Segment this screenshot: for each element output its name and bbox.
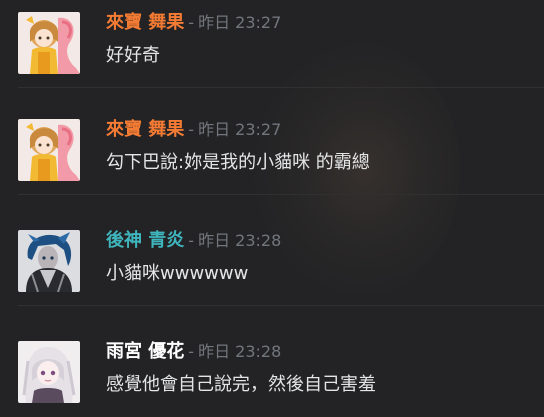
message-header: 來寶 舞果 - 昨日 23:27 [106, 117, 281, 143]
message-divider [18, 87, 544, 88]
anime-girl-flamingo-avatar[interactable] [18, 12, 80, 74]
message-divider [18, 194, 544, 195]
timestamp: 昨日 23:27 [198, 13, 282, 32]
author-name[interactable]: 來寶 舞果 [106, 12, 184, 33]
message-header: 後神 青炎 - 昨日 23:28 [106, 228, 281, 254]
timestamp: 昨日 23:28 [198, 342, 282, 361]
message-header: 雨宮 優花 - 昨日 23:28 [106, 339, 281, 365]
message-header: 來寶 舞果 - 昨日 23:27 [106, 10, 281, 36]
anime-boy-blue-hair-avatar[interactable] [18, 230, 80, 292]
message-text: 勾下巴說:妳是我的小貓咪 的霸總 [106, 152, 370, 173]
header-separator: - [188, 342, 195, 361]
timestamp: 昨日 23:28 [198, 231, 282, 250]
anime-girl-flamingo-avatar[interactable] [18, 119, 80, 181]
chat-message[interactable]: 雨宮 優花 - 昨日 23:28 感覺他會自己說完，然後自己害羞 [0, 329, 544, 417]
chat-message[interactable]: 來寶 舞果 - 昨日 23:27 勾下巴說:妳是我的小貓咪 的霸總 [0, 107, 544, 195]
message-divider [18, 305, 544, 306]
anime-girl-white-hair-avatar[interactable] [18, 341, 80, 403]
author-name[interactable]: 來寶 舞果 [106, 119, 184, 140]
header-separator: - [188, 120, 195, 139]
message-text: 小貓咪wwwwww [106, 263, 249, 284]
author-name[interactable]: 後神 青炎 [106, 230, 184, 251]
header-separator: - [188, 13, 195, 32]
message-text: 好好奇 [106, 45, 160, 66]
message-text: 感覺他會自己說完，然後自己害羞 [106, 374, 376, 395]
chat-message[interactable]: 後神 青炎 - 昨日 23:28 小貓咪wwwwww [0, 218, 544, 306]
header-separator: - [188, 231, 195, 250]
author-name[interactable]: 雨宮 優花 [106, 341, 184, 362]
chat-message[interactable]: 來寶 舞果 - 昨日 23:27 好好奇 [0, 0, 544, 88]
timestamp: 昨日 23:27 [198, 120, 282, 139]
